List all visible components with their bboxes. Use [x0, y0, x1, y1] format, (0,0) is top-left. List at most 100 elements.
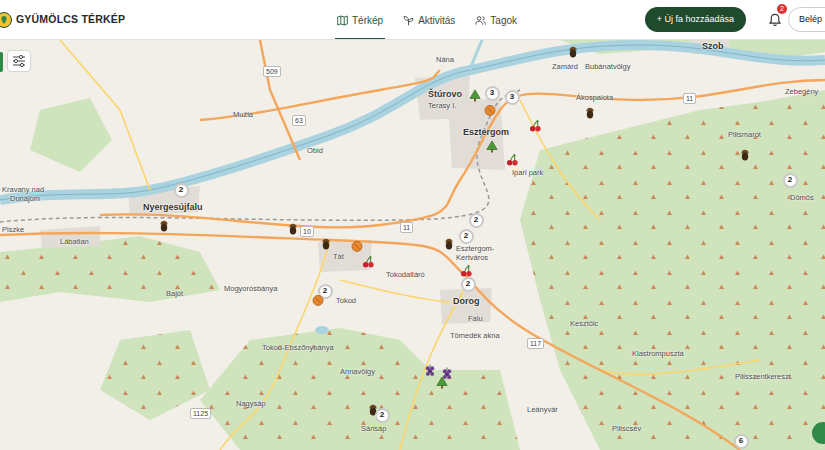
tree-icon [436, 376, 448, 389]
cluster-count: 2 [466, 280, 470, 288]
tree-pin[interactable] [529, 119, 542, 132]
cluster-count: 3 [490, 89, 494, 97]
cluster-count: 2 [464, 232, 468, 240]
filter-button[interactable] [7, 50, 31, 72]
place-label: Lábatlan [60, 238, 89, 246]
sidebar-handle[interactable] [0, 52, 3, 72]
nut-icon [585, 107, 595, 119]
login-button[interactable]: Belép [788, 7, 825, 33]
tree-pin[interactable] [506, 153, 519, 166]
cherry-icon [362, 255, 375, 268]
place-label: Pilismarót [728, 131, 761, 139]
tree-cluster[interactable]: 2 [375, 408, 390, 423]
nut-icon [568, 46, 578, 58]
tree-cluster[interactable]: 3 [505, 90, 520, 105]
tree-pin[interactable] [460, 264, 473, 277]
tree-pin[interactable] [567, 46, 580, 59]
tree-pin[interactable] [312, 294, 325, 307]
nut-icon [159, 220, 169, 232]
tree-pin[interactable] [486, 140, 499, 153]
tree-pin[interactable] [584, 107, 597, 120]
bell-icon [768, 13, 782, 27]
place-label: Tokodaltáró [386, 271, 425, 279]
place-label: Mogyorósbánya [224, 285, 277, 293]
cluster-count: 3 [510, 93, 514, 101]
nav-tab[interactable]: Térkép [335, 0, 385, 40]
cluster-count: 2 [380, 411, 384, 419]
cluster-count: 2 [474, 216, 478, 224]
place-label: Sárisáp [361, 425, 386, 433]
notification-badge: 2 [777, 4, 787, 14]
place-label: Štúrovo [428, 90, 462, 99]
app-title: GYÜMÖLCS TÉRKÉP [16, 12, 125, 28]
tree-pin[interactable] [739, 149, 752, 162]
tree-cluster[interactable]: 2 [783, 173, 798, 188]
cluster-count: 2 [179, 186, 183, 194]
place-label: Szob [702, 42, 724, 51]
tree-pin[interactable] [443, 238, 456, 251]
map[interactable]: SzobZamárdBubánatvölgyZebegényNánaŠtúrov… [0, 40, 825, 450]
sprout-icon [403, 15, 414, 26]
brand[interactable]: GYÜMÖLCS TÉRKÉP [0, 0, 335, 39]
tree-pin[interactable] [424, 364, 437, 377]
road-number: 63 [292, 115, 306, 126]
road-number: 11 [400, 222, 413, 233]
place-label: Ipari park [512, 169, 543, 177]
map-background [0, 40, 825, 450]
apricot-icon [484, 104, 496, 116]
place-label: Nána [436, 56, 454, 64]
main-tabs: Térkép Aktivitás Tagok [335, 0, 519, 40]
map-icon [337, 15, 348, 26]
road-number: 11 [683, 93, 696, 104]
tree-pin[interactable] [484, 104, 497, 117]
nav-tab[interactable]: Tagok [473, 0, 519, 40]
cherry-icon [529, 119, 542, 132]
tree-pin[interactable] [158, 220, 171, 233]
people-icon [475, 15, 486, 26]
tree-cluster[interactable]: 2 [469, 213, 484, 228]
tree-icon [469, 89, 481, 102]
place-label: Pilisszentkereszt [735, 373, 791, 381]
nav-tab[interactable]: Aktivitás [401, 0, 457, 40]
logo-icon [0, 12, 12, 28]
road-number: 117 [527, 338, 544, 349]
tree-cluster[interactable]: 3 [485, 86, 500, 101]
tree-cluster[interactable]: 2 [174, 183, 189, 198]
cluster-count: 6 [739, 437, 743, 445]
tree-pin[interactable] [287, 223, 300, 236]
place-label: Kesztölc [570, 320, 598, 328]
cherry-icon [506, 153, 519, 166]
place-label: Dömös [790, 194, 814, 202]
tree-pin[interactable] [436, 376, 449, 389]
tree-cluster[interactable]: 2 [461, 277, 476, 292]
road-number: 1125 [190, 408, 211, 419]
nut-icon [444, 238, 454, 250]
place-label: Ákospalota [576, 94, 613, 102]
place-label: Klastrompuszta [632, 350, 684, 358]
tab-label: Tagok [490, 13, 517, 28]
place-label: Dorog [453, 297, 480, 306]
tree-cluster[interactable]: 2 [459, 229, 474, 244]
place-label: Obid [307, 147, 323, 155]
top-navbar: GYÜMÖLCS TÉRKÉP Térkép Aktivitás Tagok + Ú… [0, 0, 825, 40]
place-label: Zebegény [785, 88, 818, 96]
place-label: Kertváros [456, 254, 488, 262]
add-tree-button[interactable]: + Új fa hozzáadása [645, 7, 746, 33]
tree-cluster[interactable]: 6 [734, 434, 749, 449]
tree-pin[interactable] [362, 255, 375, 268]
place-label: Esztergom- [456, 245, 494, 253]
place-label: Bajót [166, 290, 183, 298]
place-label: Piszke [2, 226, 24, 234]
place-label: Tokod [336, 297, 356, 305]
tree-pin[interactable] [469, 89, 482, 102]
place-label: Falu [468, 315, 483, 323]
notifications-button[interactable]: 2 [766, 6, 784, 34]
place-label: Nyergesújfalu [143, 203, 203, 212]
tab-label: Aktivitás [418, 13, 455, 28]
tree-pin[interactable] [351, 240, 364, 253]
tree-pin[interactable] [320, 238, 333, 251]
tab-label: Térkép [352, 13, 383, 28]
tree-icon [486, 140, 498, 153]
grape-icon [424, 364, 436, 377]
place-label: Nagysáp [236, 400, 266, 408]
